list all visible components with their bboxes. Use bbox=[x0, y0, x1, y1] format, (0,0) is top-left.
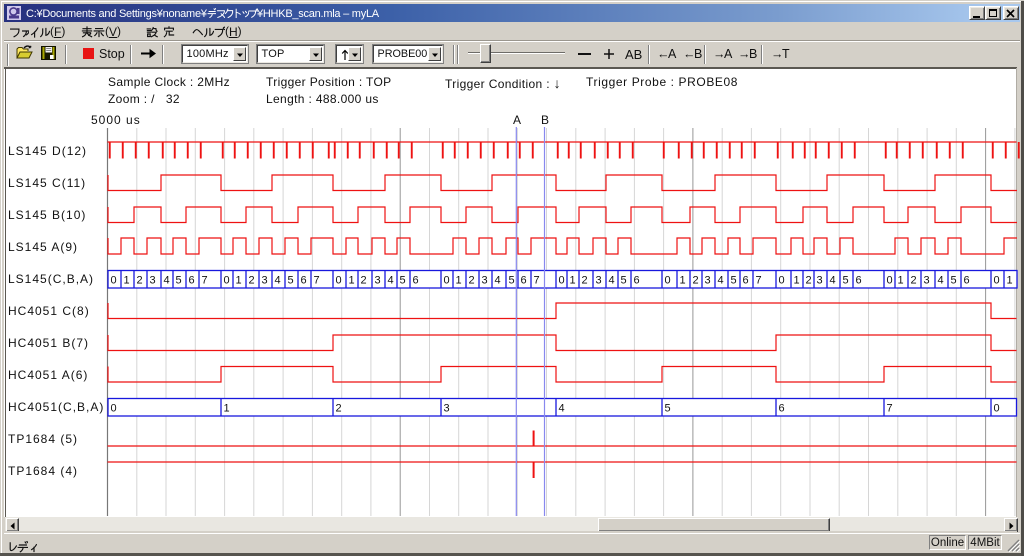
svg-text:4: 4 bbox=[164, 274, 170, 286]
svg-text:3: 3 bbox=[924, 274, 930, 286]
svg-text:5: 5 bbox=[288, 274, 294, 286]
svg-text:3: 3 bbox=[817, 274, 823, 286]
svg-text:5: 5 bbox=[843, 274, 849, 286]
svg-text:0: 0 bbox=[111, 402, 117, 414]
svg-text:3: 3 bbox=[262, 274, 268, 286]
svg-text:2: 2 bbox=[249, 274, 255, 286]
svg-text:6: 6 bbox=[634, 274, 640, 286]
svg-text:7: 7 bbox=[534, 274, 540, 286]
svg-text:2: 2 bbox=[469, 274, 475, 286]
svg-text:1: 1 bbox=[1007, 274, 1013, 286]
svg-text:3: 3 bbox=[482, 274, 488, 286]
svg-text:6: 6 bbox=[856, 274, 862, 286]
svg-text:1: 1 bbox=[224, 402, 230, 414]
svg-text:6: 6 bbox=[413, 274, 419, 286]
svg-text:3: 3 bbox=[596, 274, 602, 286]
svg-text:1: 1 bbox=[680, 274, 686, 286]
svg-text:5: 5 bbox=[176, 274, 182, 286]
svg-text:6: 6 bbox=[743, 274, 749, 286]
svg-text:3: 3 bbox=[444, 402, 450, 414]
svg-text:5: 5 bbox=[621, 274, 627, 286]
svg-text:5: 5 bbox=[731, 274, 737, 286]
svg-text:2: 2 bbox=[693, 274, 699, 286]
svg-text:4: 4 bbox=[938, 274, 944, 286]
svg-text:6: 6 bbox=[301, 274, 307, 286]
svg-text:1: 1 bbox=[570, 274, 576, 286]
svg-text:4: 4 bbox=[388, 274, 394, 286]
svg-text:4: 4 bbox=[559, 402, 565, 414]
svg-text:0: 0 bbox=[224, 274, 230, 286]
svg-text:0: 0 bbox=[444, 274, 450, 286]
svg-text:1: 1 bbox=[124, 274, 130, 286]
svg-text:7: 7 bbox=[202, 274, 208, 286]
svg-text:5: 5 bbox=[509, 274, 515, 286]
svg-text:0: 0 bbox=[887, 274, 893, 286]
svg-text:1: 1 bbox=[349, 274, 355, 286]
svg-text:1: 1 bbox=[898, 274, 904, 286]
svg-text:0: 0 bbox=[336, 274, 342, 286]
svg-text:0: 0 bbox=[994, 274, 1000, 286]
svg-text:2: 2 bbox=[336, 402, 342, 414]
svg-text:1: 1 bbox=[456, 274, 462, 286]
svg-text:6: 6 bbox=[964, 274, 970, 286]
svg-text:2: 2 bbox=[806, 274, 812, 286]
svg-text:4: 4 bbox=[830, 274, 836, 286]
svg-text:5: 5 bbox=[665, 402, 671, 414]
svg-text:2: 2 bbox=[911, 274, 917, 286]
svg-text:7: 7 bbox=[314, 274, 320, 286]
svg-text:6: 6 bbox=[779, 402, 785, 414]
svg-text:0: 0 bbox=[779, 274, 785, 286]
svg-text:2: 2 bbox=[361, 274, 367, 286]
svg-text:2: 2 bbox=[582, 274, 588, 286]
svg-text:5: 5 bbox=[951, 274, 957, 286]
svg-text:0: 0 bbox=[665, 274, 671, 286]
svg-text:7: 7 bbox=[887, 402, 893, 414]
svg-text:6: 6 bbox=[521, 274, 527, 286]
svg-text:3: 3 bbox=[705, 274, 711, 286]
svg-text:1: 1 bbox=[236, 274, 242, 286]
svg-text:1: 1 bbox=[794, 274, 800, 286]
svg-text:6: 6 bbox=[189, 274, 195, 286]
svg-text:0: 0 bbox=[994, 402, 1000, 414]
svg-text:0: 0 bbox=[111, 274, 117, 286]
svg-text:4: 4 bbox=[718, 274, 724, 286]
svg-text:3: 3 bbox=[375, 274, 381, 286]
svg-text:2: 2 bbox=[137, 274, 143, 286]
svg-text:7: 7 bbox=[756, 274, 762, 286]
svg-text:4: 4 bbox=[275, 274, 281, 286]
svg-text:4: 4 bbox=[609, 274, 615, 286]
svg-text:5: 5 bbox=[400, 274, 406, 286]
svg-text:0: 0 bbox=[559, 274, 565, 286]
svg-text:4: 4 bbox=[495, 274, 501, 286]
svg-text:3: 3 bbox=[150, 274, 156, 286]
